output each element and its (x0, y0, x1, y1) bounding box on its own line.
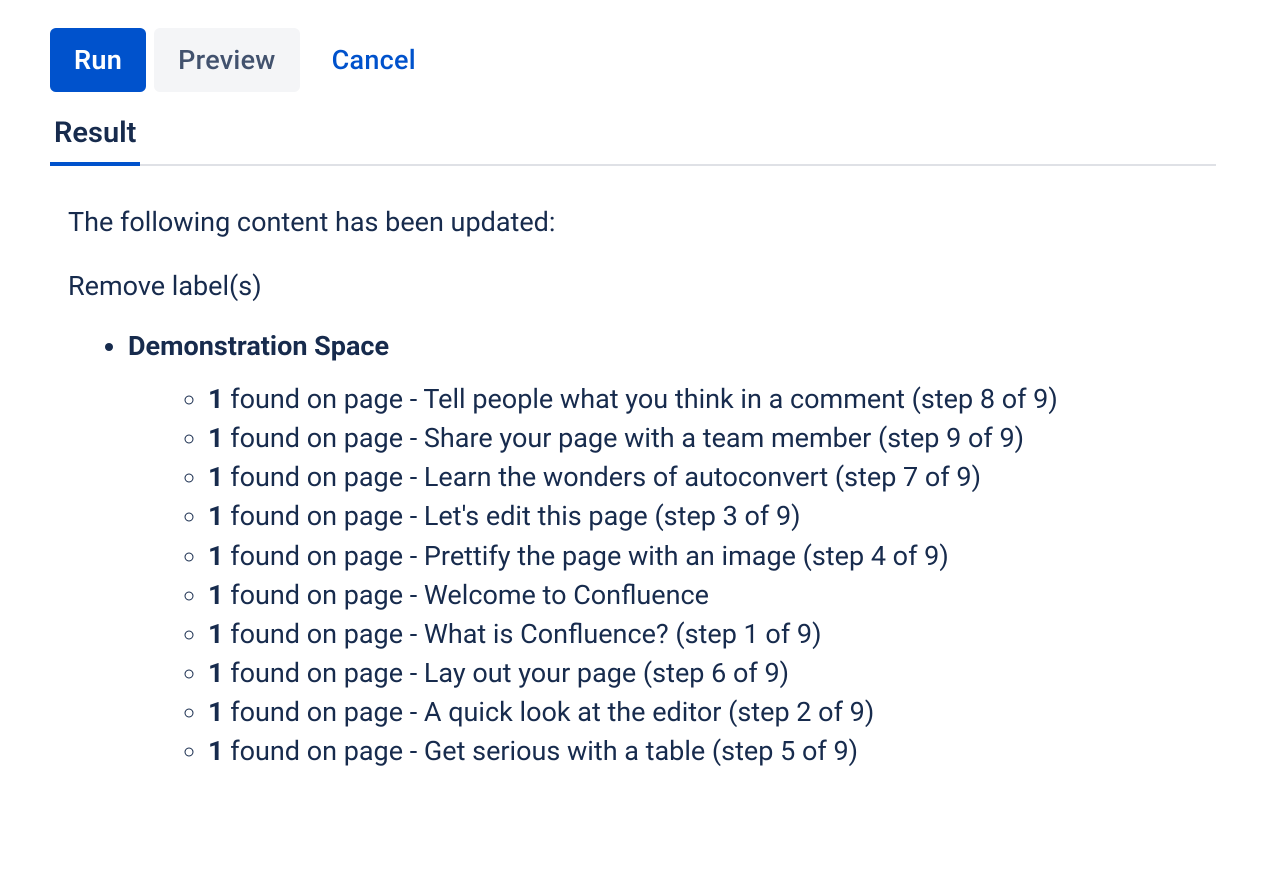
space-item: Demonstration Space 1 found on page - Tel… (128, 330, 1216, 771)
page-count: 1 (208, 618, 224, 650)
page-count: 1 (208, 422, 224, 454)
tabs: Result (50, 116, 1216, 166)
page-count: 1 (208, 696, 224, 728)
list-item: 1 found on page - Let's edit this page (… (208, 497, 1216, 536)
page-text: found on page - Prettify the page with a… (224, 540, 949, 572)
list-item: 1 found on page - Get serious with a tab… (208, 732, 1216, 771)
list-item: 1 found on page - Tell people what you t… (208, 380, 1216, 419)
page-text: found on page - Let's edit this page (st… (224, 500, 801, 532)
page-count: 1 (208, 657, 224, 689)
page-count: 1 (208, 735, 224, 767)
space-list: Demonstration Space 1 found on page - Tel… (68, 330, 1216, 771)
page-count: 1 (208, 540, 224, 572)
page-text: found on page - Tell people what you thi… (224, 383, 1058, 415)
list-item: 1 found on page - A quick look at the ed… (208, 693, 1216, 732)
page-list: 1 found on page - Tell people what you t… (128, 380, 1216, 771)
run-button[interactable]: Run (50, 28, 146, 92)
list-item: 1 found on page - Learn the wonders of a… (208, 458, 1216, 497)
page-text: found on page - Welcome to Confluence (224, 579, 710, 611)
list-item: 1 found on page - Prettify the page with… (208, 537, 1216, 576)
page-text: found on page - Learn the wonders of aut… (224, 461, 981, 493)
tab-result[interactable]: Result (50, 116, 140, 164)
page-text: found on page - Share your page with a t… (224, 422, 1025, 454)
page-count: 1 (208, 500, 224, 532)
page-count: 1 (208, 579, 224, 611)
preview-button[interactable]: Preview (154, 28, 299, 92)
page-text: found on page - A quick look at the edit… (224, 696, 875, 728)
list-item: 1 found on page - Lay out your page (ste… (208, 654, 1216, 693)
result-intro: The following content has been updated: (68, 206, 1216, 238)
list-item: 1 found on page - What is Confluence? (s… (208, 615, 1216, 654)
page-count: 1 (208, 461, 224, 493)
space-name: Demonstration Space (128, 330, 389, 362)
cancel-button[interactable]: Cancel (308, 28, 440, 92)
list-item: 1 found on page - Share your page with a… (208, 419, 1216, 458)
page-text: found on page - Get serious with a table… (224, 735, 859, 767)
result-action: Remove label(s) (68, 270, 1216, 302)
list-item: 1 found on page - Welcome to Confluence (208, 576, 1216, 615)
page-text: found on page - Lay out your page (step … (224, 657, 790, 689)
page-count: 1 (208, 383, 224, 415)
result-body: The following content has been updated: … (50, 206, 1216, 771)
page-text: found on page - What is Confluence? (ste… (224, 618, 822, 650)
toolbar: Run Preview Cancel (50, 28, 1216, 92)
